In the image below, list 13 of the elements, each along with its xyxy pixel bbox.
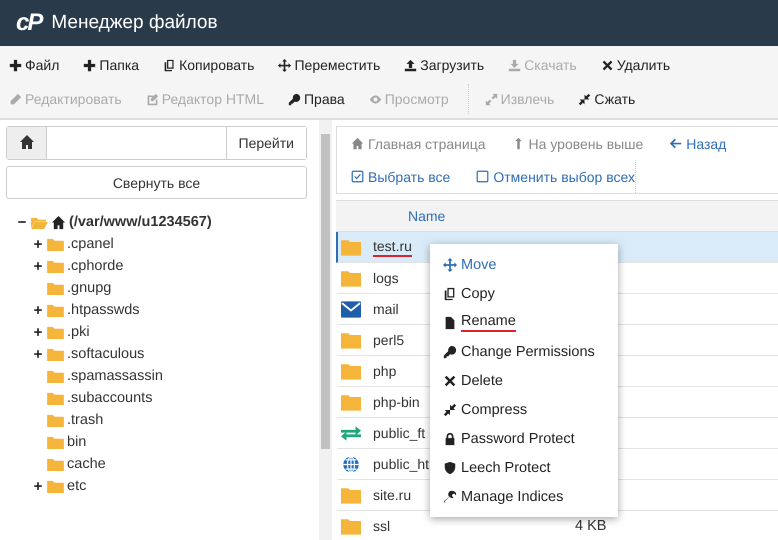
file-name: mail	[373, 301, 399, 317]
app-title: Менеджер файлов	[51, 12, 218, 34]
file-name: php-bin	[373, 394, 420, 410]
file-name: public_ht	[373, 456, 430, 472]
file-name: public_ft	[373, 425, 426, 441]
file-name: perl5	[373, 332, 404, 348]
file-name: php	[373, 363, 396, 379]
file-name: ssl	[373, 518, 390, 534]
file-size: 4 KB	[575, 518, 606, 534]
logo: cP	[16, 9, 42, 37]
file-name: site.ru	[373, 487, 412, 503]
file-name: logs	[373, 270, 399, 286]
file-name: test.ru	[373, 238, 412, 256]
